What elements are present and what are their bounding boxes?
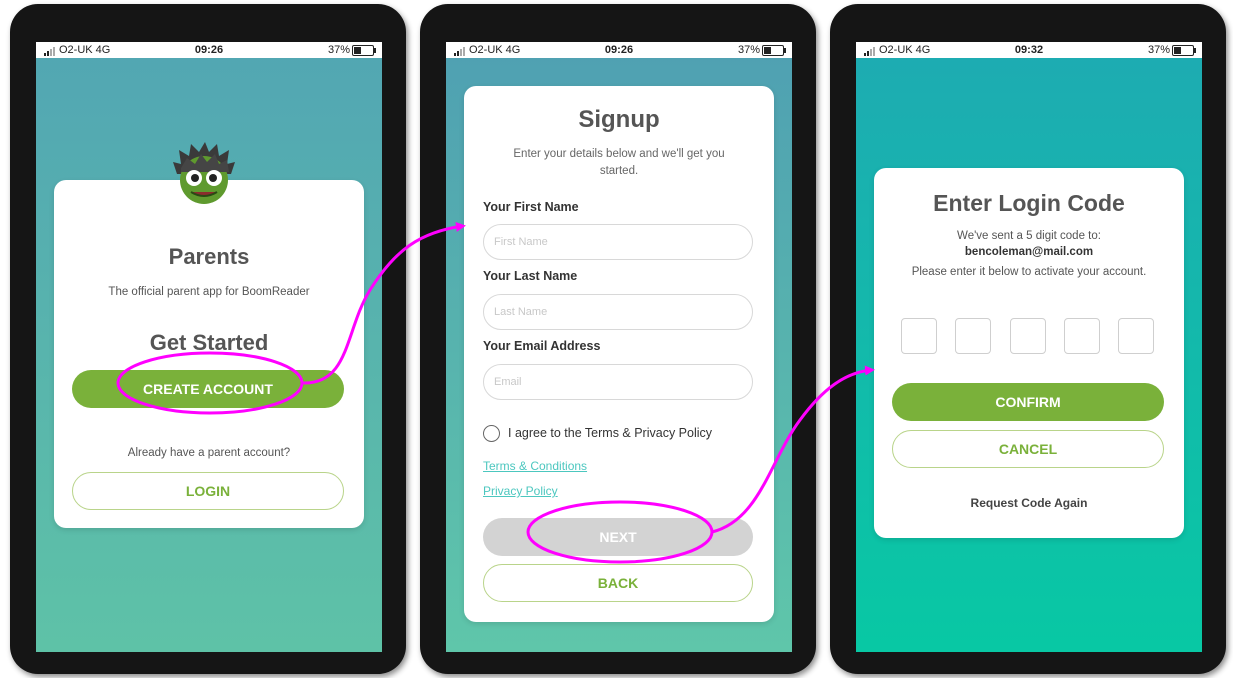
activate-instruction: Please enter it below to activate your a… (911, 266, 1147, 278)
phone-frame-login-code: O2-UK 4G 09:32 37% Enter Login Code We'v… (830, 4, 1226, 674)
code-sent-text: We've sent a 5 digit code to: (957, 230, 1101, 242)
phone-frame-signup: O2-UK 4G 09:26 37% Signup Enter your det… (420, 4, 816, 674)
code-digit-input[interactable] (1118, 318, 1154, 354)
last-name-label: Your Last Name (483, 269, 578, 283)
app-subtitle: The official parent app for BoomReader (108, 286, 310, 298)
code-digit-input[interactable] (955, 318, 991, 354)
email-label: Your Email Address (483, 339, 601, 353)
signup-card: Signup Enter your details below and we'l… (464, 86, 774, 622)
battery-icon (1172, 44, 1196, 56)
confirm-button[interactable]: CONFIRM (892, 383, 1164, 421)
battery-icon (352, 44, 376, 56)
cancel-button[interactable]: CANCEL (892, 430, 1164, 468)
status-bar: O2-UK 4G 09:26 37% (36, 42, 382, 58)
phone-frame-parents: O2-UK 4G 09:26 37% Parents The official … (10, 4, 406, 674)
page-title: Parents (168, 244, 250, 269)
page-title: Enter Login Code (933, 190, 1125, 216)
monster-mascot-icon (173, 142, 235, 204)
login-code-screen: O2-UK 4G 09:32 37% Enter Login Code We'v… (856, 42, 1202, 652)
code-digit-input[interactable] (1010, 318, 1046, 354)
radio-unchecked-icon[interactable] (483, 425, 500, 442)
get-started-heading: Get Started (149, 330, 269, 355)
next-button[interactable]: NEXT (483, 518, 753, 556)
login-button[interactable]: LOGIN (72, 472, 344, 510)
status-bar: O2-UK 4G 09:26 37% (446, 42, 792, 58)
status-bar: O2-UK 4G 09:32 37% (856, 42, 1202, 58)
request-code-again-link[interactable]: Request Code Again (874, 496, 1184, 510)
create-account-button[interactable]: CREATE ACCOUNT (72, 370, 344, 408)
privacy-link[interactable]: Privacy Policy (483, 484, 558, 498)
first-name-label: Your First Name (483, 200, 579, 214)
battery-icon (762, 44, 786, 56)
code-digit-input[interactable] (901, 318, 937, 354)
signup-subtitle: Enter your details below and we'll get y… (513, 148, 725, 177)
page-title: Signup (578, 106, 660, 133)
login-code-card: Enter Login Code We've sent a 5 digit co… (874, 168, 1184, 538)
back-button[interactable]: BACK (483, 564, 753, 602)
battery-percent: 37% (327, 44, 350, 56)
code-digit-input[interactable] (1064, 318, 1100, 354)
parents-screen: O2-UK 4G 09:26 37% Parents The official … (36, 42, 382, 652)
email-input[interactable]: Email (483, 364, 753, 400)
terms-link[interactable]: Terms & Conditions (483, 459, 587, 473)
parents-card: Parents The official parent app for Boom… (54, 180, 364, 528)
first-name-input[interactable]: First Name (483, 224, 753, 260)
battery-percent: 37% (737, 44, 760, 56)
signup-screen: O2-UK 4G 09:26 37% Signup Enter your det… (446, 42, 792, 652)
already-account-text: Already have a parent account? (127, 447, 291, 459)
recipient-email: bencoleman@mail.com (964, 246, 1094, 258)
battery-percent: 37% (1147, 44, 1170, 56)
agree-terms-label[interactable]: I agree to the Terms & Privacy Policy (508, 426, 712, 440)
last-name-input[interactable]: Last Name (483, 294, 753, 330)
